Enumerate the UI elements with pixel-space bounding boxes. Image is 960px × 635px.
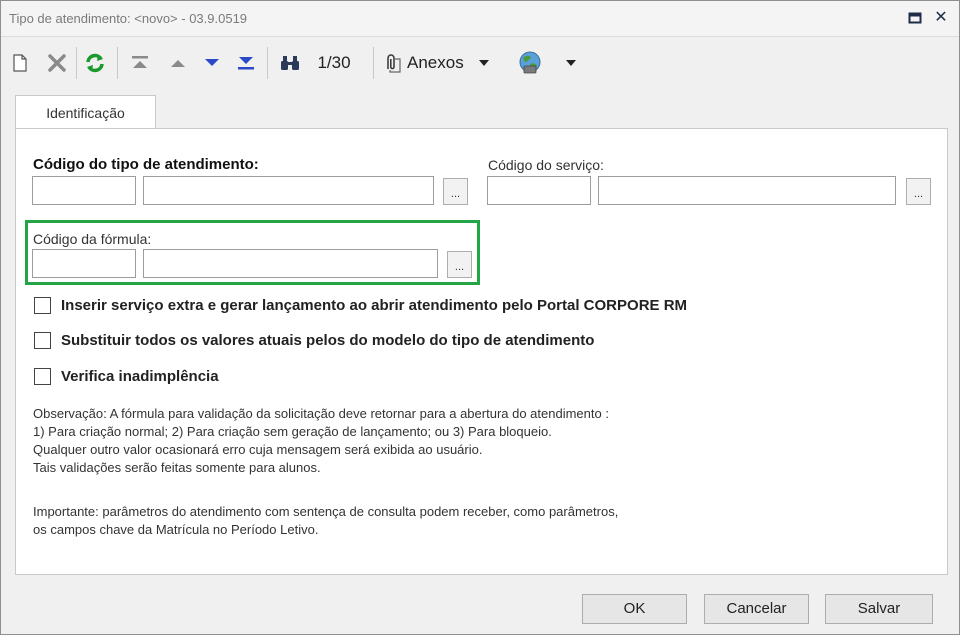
previous-record-button[interactable]	[163, 49, 193, 77]
note-line: Tais validações serão feitas somente par…	[33, 460, 321, 475]
checkbox-label: Substituir todos os valores atuais pelos…	[61, 331, 595, 349]
formula-description-input[interactable]	[143, 249, 438, 278]
checkbox-box[interactable]	[34, 367, 51, 385]
record-counter: 1/30	[317, 53, 351, 72]
checkbox-label: Inserir serviço extra e gerar lançamento…	[61, 296, 688, 314]
delete-icon	[48, 54, 66, 72]
paperclip-icon	[387, 54, 401, 73]
chevron-down-icon	[566, 60, 576, 66]
binoculars-icon	[281, 56, 299, 70]
note-line: 1) Para criação normal; 2) Para criação …	[33, 424, 552, 439]
tab-identificacao[interactable]: Identificação	[15, 95, 156, 129]
title-bar: Tipo de atendimento: <novo> - 03.9.0519 …	[1, 1, 959, 37]
chevron-down-icon	[478, 60, 489, 66]
formula-code-input[interactable]	[32, 249, 136, 278]
tipo-atendimento-code-input[interactable]	[32, 176, 136, 205]
checkbox-inserir-servico-extra[interactable]: Inserir serviço extra e gerar lançamento…	[34, 295, 687, 315]
tipo-atendimento-description-input[interactable]	[143, 176, 434, 205]
checkbox-label: Verifica inadimplência	[61, 367, 219, 385]
new-record-icon	[13, 54, 27, 72]
note-line: Qualquer outro valor ocasionará erro cuj…	[33, 442, 483, 457]
checkbox-verifica-inadimplencia[interactable]: Verifica inadimplência	[34, 366, 219, 386]
servico-label: Código do serviço:	[488, 157, 604, 173]
delete-button[interactable]	[43, 49, 71, 77]
new-record-button[interactable]	[7, 49, 33, 77]
save-button[interactable]: Salvar	[825, 594, 933, 624]
next-record-button[interactable]	[197, 49, 227, 77]
servico-lookup-button[interactable]: ...	[906, 178, 931, 205]
refresh-button[interactable]	[81, 49, 109, 77]
maximize-button[interactable]	[906, 9, 924, 27]
toolbar-separator	[76, 47, 77, 79]
search-button[interactable]	[275, 49, 305, 77]
attachments-label: Anexos	[407, 53, 464, 72]
cancel-button[interactable]: Cancelar	[704, 594, 809, 624]
checkbox-box[interactable]	[34, 296, 51, 314]
globe-icon	[519, 51, 541, 74]
close-button[interactable]: ✕	[932, 9, 950, 27]
toolbar-separator	[267, 47, 268, 79]
formula-lookup-button[interactable]: ...	[447, 251, 472, 278]
first-record-button[interactable]	[125, 49, 155, 77]
tipo-atendimento-lookup-button[interactable]: ...	[443, 178, 468, 205]
checkbox-substituir-valores[interactable]: Substituir todos os valores atuais pelos…	[34, 330, 594, 350]
attachments-button[interactable]: Anexos	[381, 49, 513, 77]
maximize-icon	[908, 12, 922, 24]
tipo-atendimento-label: Código do tipo de atendimento:	[33, 156, 259, 173]
globe-menu-button[interactable]	[517, 49, 583, 77]
servico-code-input[interactable]	[487, 176, 591, 205]
formula-label: Código da fórmula:	[33, 231, 152, 247]
checkbox-box[interactable]	[34, 331, 51, 349]
toolbar-separator	[117, 47, 118, 79]
window-title: Tipo de atendimento: <novo> - 03.9.0519	[9, 11, 248, 26]
note-line: Importante: parâmetros do atendimento co…	[33, 504, 619, 519]
note-line: Observação: A fórmula para validação da …	[33, 406, 609, 421]
note-line: os campos chave da Matrícula no Período …	[33, 522, 319, 537]
first-record-icon	[132, 56, 148, 68]
last-record-button[interactable]	[231, 49, 261, 77]
toolbar: 1/30 Anexos	[1, 41, 959, 85]
last-record-icon	[238, 57, 254, 70]
refresh-icon	[86, 53, 104, 73]
previous-record-icon	[171, 60, 185, 67]
next-record-icon	[205, 59, 219, 66]
ok-button[interactable]: OK	[582, 594, 687, 624]
servico-description-input[interactable]	[598, 176, 896, 205]
dialog-window: Tipo de atendimento: <novo> - 03.9.0519 …	[0, 0, 960, 635]
toolbar-separator	[373, 47, 374, 79]
